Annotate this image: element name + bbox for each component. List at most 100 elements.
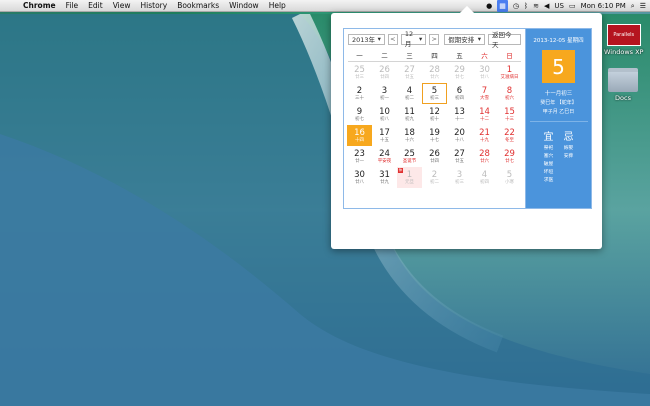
day-cell[interactable]: 2 三十: [347, 83, 372, 104]
month-value: 12月: [404, 30, 414, 48]
day-number: 20: [454, 127, 465, 138]
lunar-label: 廿一: [355, 158, 364, 164]
day-cell[interactable]: 休 1 元旦: [397, 167, 422, 188]
app-menu[interactable]: Chrome: [18, 0, 61, 12]
day-number: 5: [431, 85, 438, 96]
desktop-icon-docs[interactable]: Docs: [608, 68, 638, 102]
time-machine-icon[interactable]: ◷: [513, 0, 519, 12]
day-cell[interactable]: 9 初七: [347, 104, 372, 125]
day-number: 2: [431, 169, 438, 180]
day-cell[interactable]: 18 十六: [397, 125, 422, 146]
day-cell[interactable]: 6 初四: [447, 83, 472, 104]
lunar-label: 元旦: [405, 179, 414, 185]
day-cell[interactable]: 1 艾滋病日: [497, 62, 522, 83]
day-cell[interactable]: 5 初三: [422, 83, 447, 104]
prev-month-button[interactable]: <: [387, 33, 398, 45]
back-to-today-button[interactable]: 返回今天: [487, 31, 521, 49]
user-icon[interactable]: ●: [486, 0, 492, 12]
divider: [529, 121, 588, 122]
day-cell[interactable]: 15 十三: [497, 104, 522, 125]
day-cell[interactable]: 27 廿五: [397, 62, 422, 83]
day-cell[interactable]: 30 廿八: [472, 62, 497, 83]
day-number: 21: [479, 127, 490, 138]
lunar-label: 廿八: [480, 74, 489, 80]
volume-icon[interactable]: ◀: [544, 0, 549, 12]
day-cell[interactable]: 26 廿四: [422, 146, 447, 167]
day-number: 28: [429, 64, 440, 75]
day-cell[interactable]: 17 十五: [372, 125, 397, 146]
day-cell[interactable]: 21 十九: [472, 125, 497, 146]
day-cell[interactable]: 22 冬至: [497, 125, 522, 146]
day-cell[interactable]: 8 初六: [497, 83, 522, 104]
day-cell[interactable]: 4 初四: [472, 167, 497, 188]
day-cell[interactable]: 16 十四: [347, 125, 372, 146]
lunar-label: 廿六: [480, 158, 489, 164]
yi-item: 破屋: [543, 162, 554, 167]
month-select[interactable]: 12月 ▾: [400, 30, 427, 48]
day-number: 14: [479, 106, 490, 117]
day-cell[interactable]: 12 初十: [422, 104, 447, 125]
holiday-select[interactable]: 假期安排 ▾: [444, 33, 485, 45]
yi-heading: 宜: [543, 132, 554, 143]
menu-help[interactable]: Help: [264, 0, 291, 12]
day-cell[interactable]: 3 初一: [372, 83, 397, 104]
day-cell[interactable]: 4 初二: [397, 83, 422, 104]
day-cell[interactable]: 28 廿六: [472, 146, 497, 167]
ji-column: 忌 嫁娶 安葬: [564, 128, 574, 183]
calendar-grid-area: 2013年 ▾ < 12月 ▾ > 假期安排 ▾ 返回今天 一二三四五六日 25…: [344, 29, 526, 208]
spotlight-icon[interactable]: ⌕: [631, 0, 635, 12]
lunar-label: 初三: [430, 95, 439, 101]
day-cell[interactable]: 25 廿三: [347, 62, 372, 83]
day-cell[interactable]: 5 小寒: [497, 167, 522, 188]
desktop-icon-windows-xp[interactable]: Parallels Windows XP: [604, 24, 643, 56]
calendar-icon[interactable]: ▦: [497, 0, 508, 12]
lunar-label: 初一: [380, 95, 389, 101]
day-cell[interactable]: 7 大雪: [472, 83, 497, 104]
battery-icon[interactable]: ▭: [569, 0, 576, 12]
bluetooth-icon[interactable]: ᛒ: [524, 0, 528, 12]
menu-view[interactable]: View: [108, 0, 136, 12]
lunar-label: 初三: [455, 179, 464, 185]
day-cell[interactable]: 28 廿六: [422, 62, 447, 83]
flag-icon[interactable]: US: [554, 0, 564, 12]
day-cell[interactable]: 31 廿九: [372, 167, 397, 188]
day-number: 2: [356, 85, 363, 96]
ji-item: 嫁娶: [563, 146, 574, 151]
day-number: 13: [454, 106, 465, 117]
day-number: 28: [479, 148, 490, 159]
lunar-label: 廿七: [505, 158, 514, 164]
day-number: 29: [454, 64, 465, 75]
day-cell[interactable]: 20 十八: [447, 125, 472, 146]
lunar-label: 十二: [480, 116, 489, 122]
day-cell[interactable]: 23 廿一: [347, 146, 372, 167]
notification-center-icon[interactable]: ☰: [640, 0, 646, 12]
day-number: 25: [404, 148, 415, 159]
menu-history[interactable]: History: [136, 0, 173, 12]
folder-icon: [608, 68, 638, 92]
menu-bookmarks[interactable]: Bookmarks: [172, 0, 224, 12]
day-cell[interactable]: 14 十二: [472, 104, 497, 125]
next-month-button[interactable]: >: [429, 33, 440, 45]
day-cell[interactable]: 26 廿四: [372, 62, 397, 83]
lunar-label: 三十: [355, 95, 364, 101]
day-cell[interactable]: 3 初三: [447, 167, 472, 188]
lunar-label: 十七: [430, 137, 439, 143]
day-cell[interactable]: 27 廿五: [447, 146, 472, 167]
day-cell[interactable]: 25 圣诞节: [397, 146, 422, 167]
day-cell[interactable]: 30 廿八: [347, 167, 372, 188]
day-cell[interactable]: 2 初二: [422, 167, 447, 188]
menu-window[interactable]: Window: [224, 0, 264, 12]
wifi-icon[interactable]: ≋: [533, 0, 539, 12]
menu-file[interactable]: File: [61, 0, 84, 12]
year-select[interactable]: 2013年 ▾: [348, 33, 385, 45]
clock[interactable]: Mon 6:10 PM: [581, 0, 626, 12]
day-cell[interactable]: 13 十一: [447, 104, 472, 125]
menu-edit[interactable]: Edit: [83, 0, 108, 12]
day-cell[interactable]: 24 平安夜: [372, 146, 397, 167]
day-cell[interactable]: 19 十七: [422, 125, 447, 146]
day-number: 25: [354, 64, 365, 75]
day-cell[interactable]: 29 廿七: [447, 62, 472, 83]
day-cell[interactable]: 10 初八: [372, 104, 397, 125]
day-cell[interactable]: 11 初九: [397, 104, 422, 125]
day-cell[interactable]: 29 廿七: [497, 146, 522, 167]
